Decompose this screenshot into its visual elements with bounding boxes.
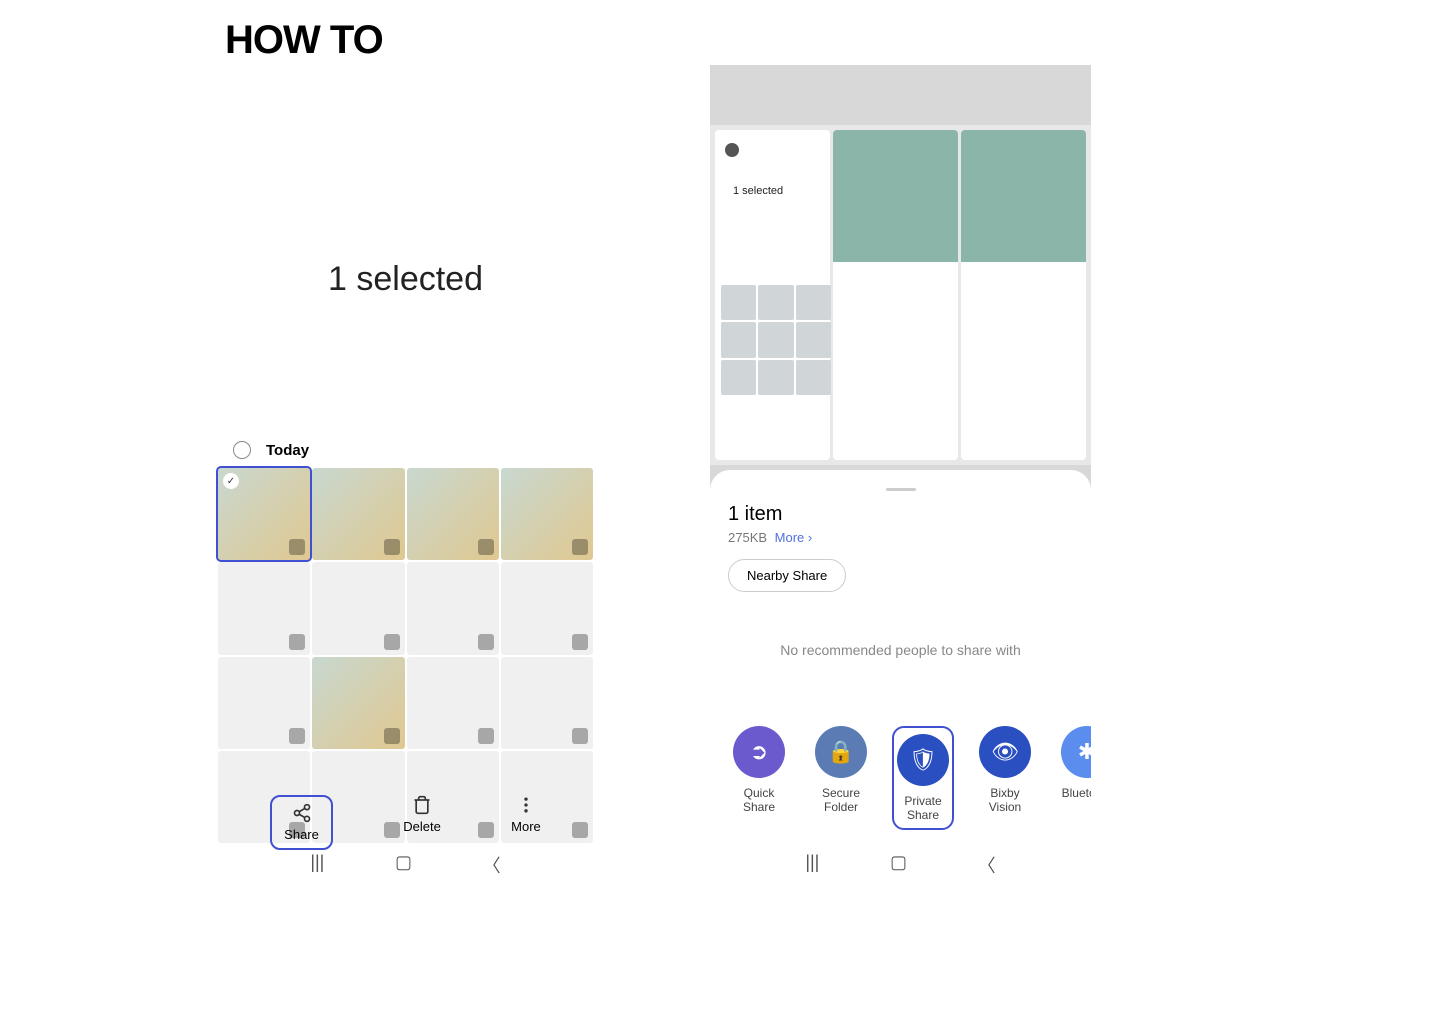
mini-grid: [721, 285, 831, 395]
back-nav-icon[interactable]: 〈: [483, 852, 501, 878]
backdrop-panel: [961, 130, 1086, 460]
bixby-vision-app[interactable]: 👁Bixby Vision: [974, 726, 1036, 830]
backdrop-panel: [833, 130, 958, 460]
thumbnail[interactable]: [407, 468, 499, 560]
delete-button[interactable]: Delete: [403, 795, 441, 850]
bluetooth-app[interactable]: ✱Bluetooth: [1056, 726, 1091, 830]
share-sheet: 1 item 275KB More › Nearby Share No reco…: [710, 470, 1091, 880]
sheet-handle[interactable]: [886, 488, 916, 491]
nav-bar: ||| ▢ 〈: [710, 852, 1091, 878]
thumbnail[interactable]: [218, 468, 310, 560]
secure-folder-icon: 🔒: [815, 726, 867, 778]
thumbnail[interactable]: [218, 657, 310, 749]
quick-share-app[interactable]: ➲Quick Share: [728, 726, 790, 830]
more-link[interactable]: More ›: [775, 530, 813, 545]
trash-icon: [412, 795, 432, 815]
bluetooth-icon: ✱: [1061, 726, 1091, 778]
sheet-subtitle: 275KB More ›: [728, 530, 1073, 545]
bixby-vision-icon: 👁: [979, 726, 1031, 778]
select-all-checkbox[interactable]: [233, 441, 251, 459]
no-recommended-text: No recommended people to share with: [728, 642, 1073, 658]
thumbnail[interactable]: [501, 562, 593, 654]
thumbnail[interactable]: [312, 562, 404, 654]
delete-label: Delete: [403, 819, 441, 834]
share-label: Share: [284, 827, 319, 842]
thumbnail-grid: [215, 465, 596, 846]
phone-gallery: 1 selected Today Share Delete Mo: [215, 65, 596, 880]
gallery-backdrop: 1 selected: [710, 125, 1091, 465]
share-button[interactable]: Share: [270, 795, 333, 850]
thumbnail[interactable]: [407, 562, 499, 654]
page-heading: HOW TO: [225, 18, 383, 63]
secure-folder-app[interactable]: 🔒Secure Folder: [810, 726, 872, 830]
thumbnail[interactable]: [407, 657, 499, 749]
nearby-share-button[interactable]: Nearby Share: [728, 559, 846, 592]
back-nav-icon[interactable]: 〈: [978, 852, 996, 878]
phone-share-sheet: 1 selected 1 item 275KB More › Nearby Sh…: [710, 65, 1091, 880]
bottom-toolbar: Share Delete More: [215, 795, 596, 850]
private-share-icon: 🛡: [897, 734, 949, 786]
thumbnail[interactable]: [312, 468, 404, 560]
more-icon: [516, 795, 536, 815]
home-nav-icon[interactable]: ▢: [395, 852, 412, 878]
selected-count: 1 selected: [215, 260, 596, 299]
share-apps-row: ➲Quick Share 🔒Secure Folder 🛡Private Sha…: [728, 726, 1091, 830]
selected-mini: 1 selected: [733, 185, 783, 197]
nav-bar: ||| ▢ 〈: [215, 852, 596, 878]
thumbnail[interactable]: [312, 657, 404, 749]
more-label: More: [511, 819, 541, 834]
quick-share-icon: ➲: [733, 726, 785, 778]
recents-nav-icon[interactable]: |||: [310, 852, 324, 878]
thumbnail[interactable]: [501, 468, 593, 560]
home-nav-icon[interactable]: ▢: [890, 852, 907, 878]
today-row[interactable]: Today: [233, 441, 309, 459]
share-icon: [292, 803, 312, 823]
checkbox-icon: [725, 143, 739, 157]
thumbnail[interactable]: [218, 562, 310, 654]
private-share-app[interactable]: 🛡Private Share: [892, 726, 954, 830]
sheet-title: 1 item: [728, 503, 1073, 526]
more-button[interactable]: More: [511, 795, 541, 850]
recents-nav-icon[interactable]: |||: [805, 852, 819, 878]
thumbnail[interactable]: [501, 657, 593, 749]
today-label: Today: [266, 442, 309, 459]
backdrop-panel: 1 selected: [715, 130, 830, 460]
